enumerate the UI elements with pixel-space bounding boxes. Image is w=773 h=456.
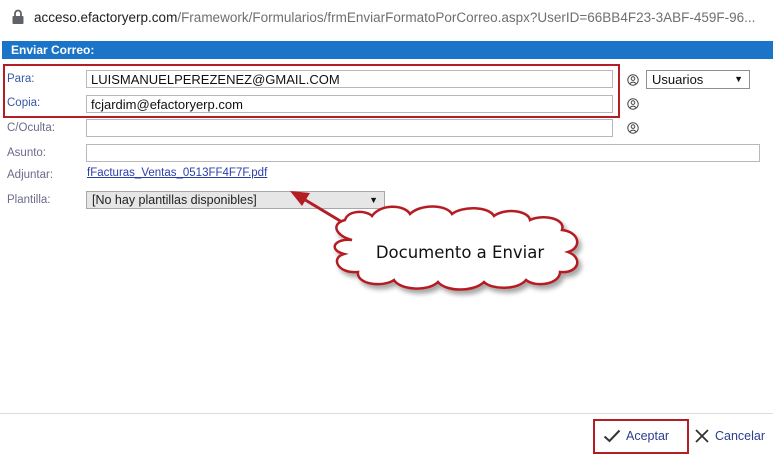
checkmark-icon: [603, 429, 621, 443]
cancel-button[interactable]: Cancelar: [694, 425, 765, 447]
callout-annotation: [290, 191, 579, 291]
callout-label: Documento a Enviar: [375, 243, 545, 262]
footer-divider: [0, 413, 773, 414]
accept-button[interactable]: Aceptar: [603, 425, 669, 447]
accept-label: Aceptar: [626, 429, 670, 443]
close-icon: [695, 429, 709, 443]
cancel-label: Cancelar: [715, 429, 766, 443]
